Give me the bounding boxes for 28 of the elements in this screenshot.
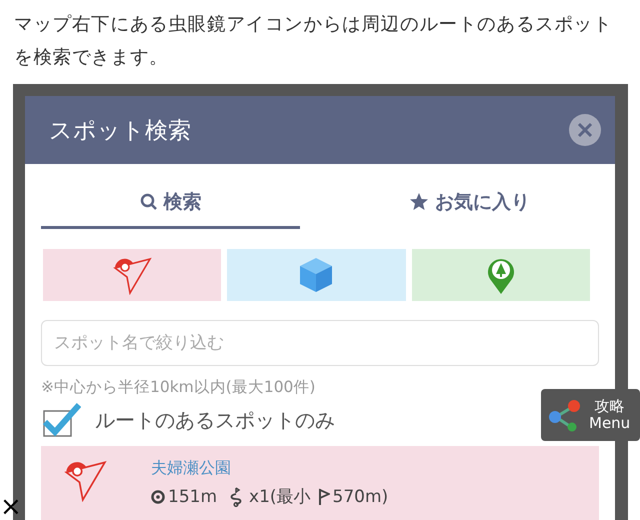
spot-route-length: 570m)	[332, 486, 388, 506]
tab-label: 検索	[164, 190, 202, 215]
checkbox-label: ルートのあるスポットのみ	[95, 406, 335, 434]
menu-label: Menu	[589, 415, 630, 432]
spot-name: 夫婦瀬公園	[151, 458, 232, 479]
category-button[interactable]	[43, 249, 222, 301]
tab[interactable]: 検索	[41, 178, 300, 229]
search-field[interactable]: スポット名で絞り込む	[41, 320, 599, 366]
share-icon	[547, 397, 583, 433]
intro-text: マップ右下にある虫眼鏡アイコンからは周辺のルートのあるスポットを検索できます。	[14, 13, 614, 70]
search-icon	[140, 193, 158, 211]
star-icon	[409, 192, 429, 212]
tab-label: お気に入り	[435, 190, 530, 215]
target-icon	[151, 490, 165, 504]
dialog-title: スポット検索	[49, 116, 191, 146]
close-icon[interactable]	[569, 114, 601, 146]
cube-icon	[298, 256, 334, 294]
spot-routes: x1(最小	[249, 486, 311, 508]
spot-list-item[interactable]: 夫婦瀬公園 151m x1(最小 570m)	[41, 446, 599, 520]
checkbox[interactable]	[41, 402, 81, 438]
category-button[interactable]	[227, 249, 406, 301]
spot-distance: 151m	[168, 486, 218, 506]
menu-label: 攻略	[594, 398, 625, 415]
category-button[interactable]	[412, 249, 590, 301]
guide-menu-button[interactable]: 攻略 Menu	[541, 389, 640, 441]
tab[interactable]: お気に入り	[340, 178, 599, 229]
search-note: ※中心から半径10km以内(最大100件)	[41, 377, 316, 398]
flag-icon	[318, 488, 330, 506]
